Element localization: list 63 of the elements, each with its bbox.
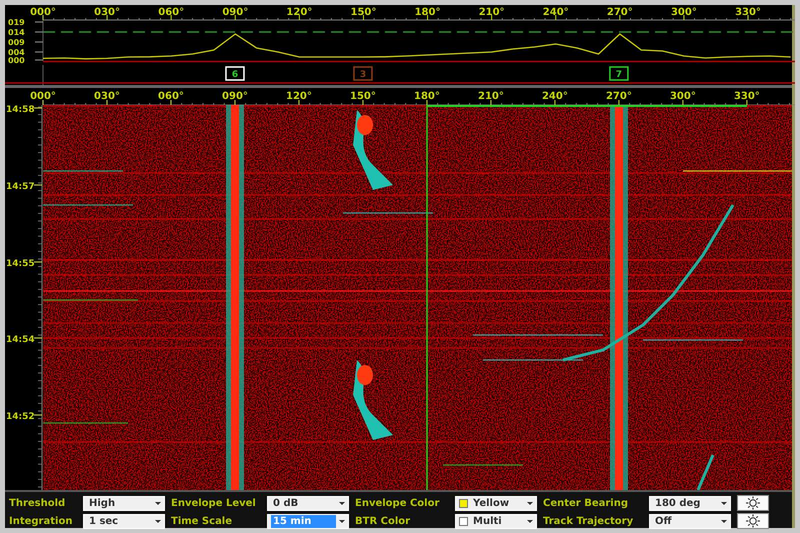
- bearing-label: 210°: [478, 91, 504, 102]
- track-marker[interactable]: 7: [609, 66, 629, 81]
- caret-icon: [721, 520, 727, 522]
- control-label: Envelope Color: [355, 496, 440, 510]
- bearing-label: 210°: [478, 7, 505, 18]
- dropdown[interactable]: Yellow: [455, 496, 537, 510]
- bearing-label: 120°: [286, 7, 312, 18]
- bearing-label: 240°: [542, 7, 569, 18]
- caret-icon: [155, 502, 161, 504]
- bearing-label: 060°: [158, 91, 184, 102]
- bearing-label: 090°: [222, 91, 248, 102]
- caret-icon: [339, 502, 345, 504]
- dropdown[interactable]: 0 dB: [267, 496, 349, 510]
- control-label: Threshold: [9, 496, 66, 510]
- bearing-label: 090°: [222, 7, 248, 18]
- level-label: 014: [8, 28, 25, 37]
- bearing-label: 240°: [542, 91, 568, 102]
- time-label: 14:52: [6, 412, 35, 422]
- time-label: 14:54: [6, 335, 35, 345]
- time-label: 14:57: [6, 182, 35, 192]
- bearing-label: 150°: [350, 91, 376, 102]
- control-label: Integration: [9, 514, 74, 528]
- caret-icon: [527, 502, 533, 504]
- dropdown[interactable]: 1 sec: [83, 514, 165, 528]
- brightness-up-button[interactable]: [737, 495, 769, 511]
- brightness-down-button[interactable]: [737, 513, 769, 529]
- caret-icon: [721, 502, 727, 504]
- bearing-label: 300°: [670, 7, 697, 18]
- control-label: Track Trajectory: [543, 514, 634, 528]
- level-label: 009: [8, 38, 25, 47]
- dropdown[interactable]: 180 deg: [649, 496, 731, 510]
- bearing-label: 060°: [158, 7, 184, 18]
- bearing-label: 180°: [414, 7, 440, 18]
- bearing-label: 270°: [606, 91, 632, 102]
- bearing-label: 150°: [350, 7, 376, 18]
- level-label: 004: [8, 48, 25, 57]
- bearing-label: 330°: [735, 7, 761, 18]
- caret-icon: [527, 520, 533, 522]
- caret-icon: [339, 520, 345, 522]
- time-label: 14:58: [6, 105, 35, 115]
- control-label: Center Bearing: [543, 496, 630, 510]
- bearing-label: 270°: [606, 7, 633, 18]
- control-label: Time Scale: [171, 514, 234, 528]
- bearing-label: 030°: [94, 7, 120, 18]
- caret-icon: [155, 520, 161, 522]
- bearing-label: 030°: [94, 91, 120, 102]
- sun-icon: [744, 496, 762, 510]
- sun-icon: [744, 514, 762, 528]
- dropdown[interactable]: Multi: [455, 514, 537, 528]
- level-label: 000: [8, 56, 25, 65]
- bearing-label: 300°: [670, 91, 696, 102]
- bearing-label: 120°: [286, 91, 312, 102]
- dropdown[interactable]: Off: [649, 514, 731, 528]
- time-label: 14:55: [6, 259, 35, 269]
- bearing-label: 000°: [30, 91, 56, 102]
- level-label: 019: [8, 18, 25, 27]
- control-label: BTR Color: [355, 514, 412, 528]
- control-label: Envelope Level: [171, 496, 257, 510]
- bearing-label: 180°: [414, 91, 440, 102]
- dropdown[interactable]: High: [83, 496, 165, 510]
- bearing-label: 000°: [30, 7, 56, 18]
- track-marker[interactable]: 6: [225, 66, 245, 81]
- bearing-label: 330°: [734, 91, 760, 102]
